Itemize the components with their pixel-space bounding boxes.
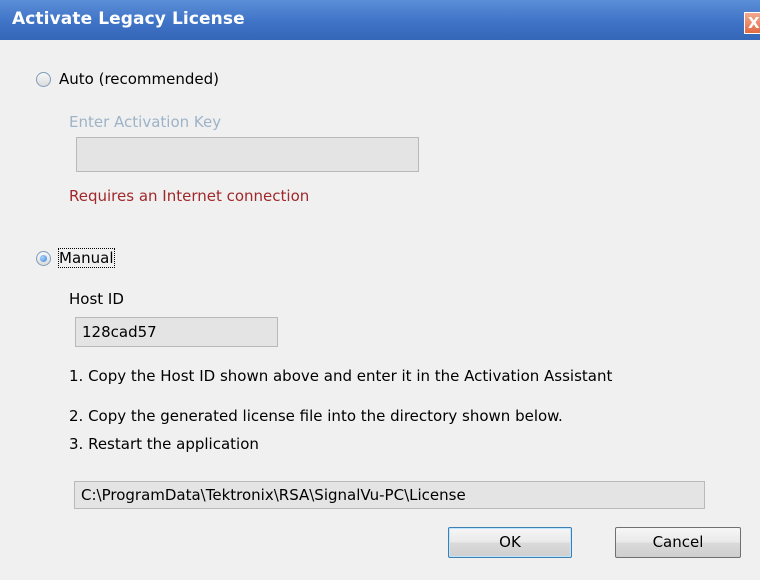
close-button[interactable]: X bbox=[744, 12, 760, 34]
license-path-field[interactable]: C:\ProgramData\Tektronix\RSA\SignalVu-PC… bbox=[74, 481, 705, 509]
instruction-step-3: 3. Restart the application bbox=[69, 435, 259, 453]
cancel-button[interactable]: Cancel bbox=[615, 527, 741, 558]
dialog-title: Activate Legacy License bbox=[12, 9, 245, 29]
close-icon: X bbox=[748, 14, 760, 32]
manual-label[interactable]: Manual bbox=[58, 248, 115, 268]
ok-button[interactable]: OK bbox=[448, 527, 572, 558]
auto-label[interactable]: Auto (recommended) bbox=[59, 70, 219, 88]
instruction-step-2: 2. Copy the generated license file into … bbox=[69, 407, 563, 425]
instruction-step-1: 1. Copy the Host ID shown above and ente… bbox=[69, 367, 613, 385]
dialog-content: Auto (recommended) Enter Activation Key … bbox=[0, 40, 760, 580]
internet-requirement-note: Requires an Internet connection bbox=[69, 187, 310, 205]
activation-key-input[interactable] bbox=[76, 137, 419, 172]
manual-radio-dot bbox=[40, 255, 47, 262]
host-id-label: Host ID bbox=[69, 290, 124, 308]
activation-key-label: Enter Activation Key bbox=[69, 113, 222, 131]
manual-radio[interactable] bbox=[36, 251, 51, 266]
host-id-field[interactable]: 128cad57 bbox=[75, 317, 278, 347]
auto-radio[interactable] bbox=[36, 72, 51, 87]
title-bar: Activate Legacy License X bbox=[0, 0, 760, 40]
